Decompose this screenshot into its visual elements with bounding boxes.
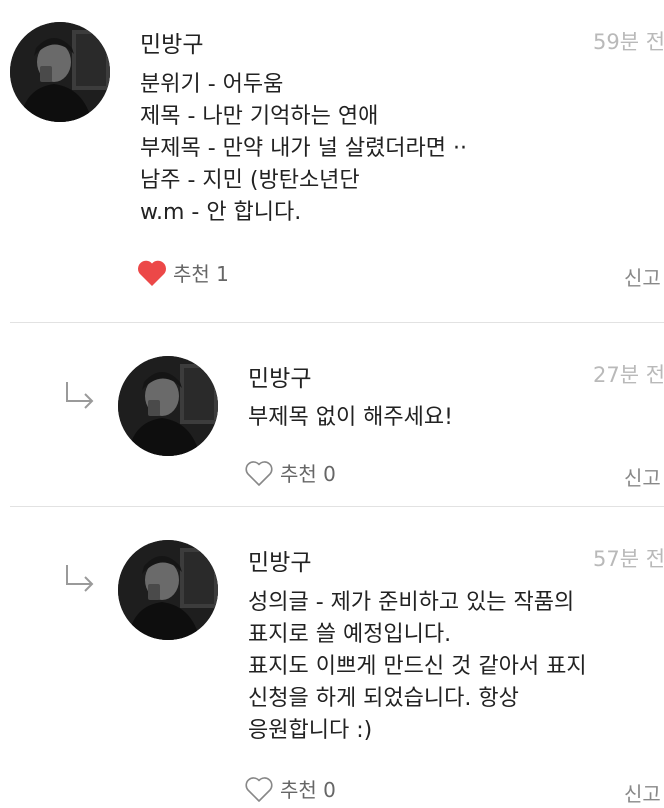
report-button[interactable]: 신고 <box>624 262 661 291</box>
like-button[interactable]: 추천 0 <box>244 458 336 487</box>
like-count: 추천 0 <box>280 778 336 802</box>
report-button[interactable]: 신고 <box>624 778 661 807</box>
comment-line: 표지로 쓸 예정입니다. <box>248 622 452 647</box>
comment-line: 응원합니다 :) <box>248 718 373 743</box>
heart-outline-icon <box>244 775 274 803</box>
avatar[interactable] <box>118 356 218 456</box>
like-button[interactable]: 추천 0 <box>244 774 336 803</box>
comment-timestamp: 59분 전 <box>593 30 664 54</box>
comment-line: w.m - 안 합니다. <box>140 200 302 225</box>
like-count: 추천 1 <box>173 262 229 286</box>
reply-comment-item: 민방구 27분 전 부제목 없이 해주세요! 추천 0 신고 <box>0 323 664 506</box>
comment-line: 남주 - 지민 (방탄소년단 <box>140 168 360 193</box>
like-button[interactable]: 추천 1 <box>137 258 229 287</box>
like-count: 추천 0 <box>280 462 336 486</box>
reply-comment-item: 민방구 57분 전 성의글 - 제가 준비하고 있는 작품의 표지로 쓸 예정입… <box>0 507 664 806</box>
avatar[interactable] <box>118 540 218 640</box>
comment-timestamp: 27분 전 <box>593 363 664 387</box>
comment-text: 부제목 없이 해주세요! <box>248 402 453 434</box>
avatar[interactable] <box>10 22 110 122</box>
comment-timestamp: 57분 전 <box>593 547 664 571</box>
comment-line: 제목 - 나만 기억하는 연애 <box>140 104 379 129</box>
reply-arrow-icon <box>66 565 94 592</box>
heart-filled-icon <box>137 259 167 287</box>
comment-author[interactable]: 민방구 <box>248 359 311 393</box>
comment-text: 분위기 - 어두움 제목 - 나만 기억하는 연애 부제목 - 만약 내가 널 … <box>140 69 467 229</box>
comment-item: 민방구 59분 전 분위기 - 어두움 제목 - 나만 기억하는 연애 부제목 … <box>0 0 664 322</box>
comment-line: 성의글 - 제가 준비하고 있는 작품의 <box>248 590 575 615</box>
comment-author[interactable]: 민방구 <box>248 543 311 577</box>
comment-line: 부제목 없이 해주세요! <box>248 405 453 430</box>
reply-arrow-icon <box>66 382 94 409</box>
heart-outline-icon <box>244 459 274 487</box>
comment-text: 성의글 - 제가 준비하고 있는 작품의 표지로 쓸 예정입니다. 표지도 이쁘… <box>248 587 587 747</box>
comment-line: 부제목 - 만약 내가 널 살렸더라면 ·· <box>140 136 468 161</box>
comment-line: 신청을 하게 되었습니다. 항상 <box>248 686 519 711</box>
comment-line: 표지도 이쁘게 만드신 것 같아서 표지 <box>248 654 587 679</box>
comment-line: 분위기 - 어두움 <box>140 72 284 97</box>
report-button[interactable]: 신고 <box>624 462 661 491</box>
comment-author[interactable]: 민방구 <box>140 25 203 59</box>
